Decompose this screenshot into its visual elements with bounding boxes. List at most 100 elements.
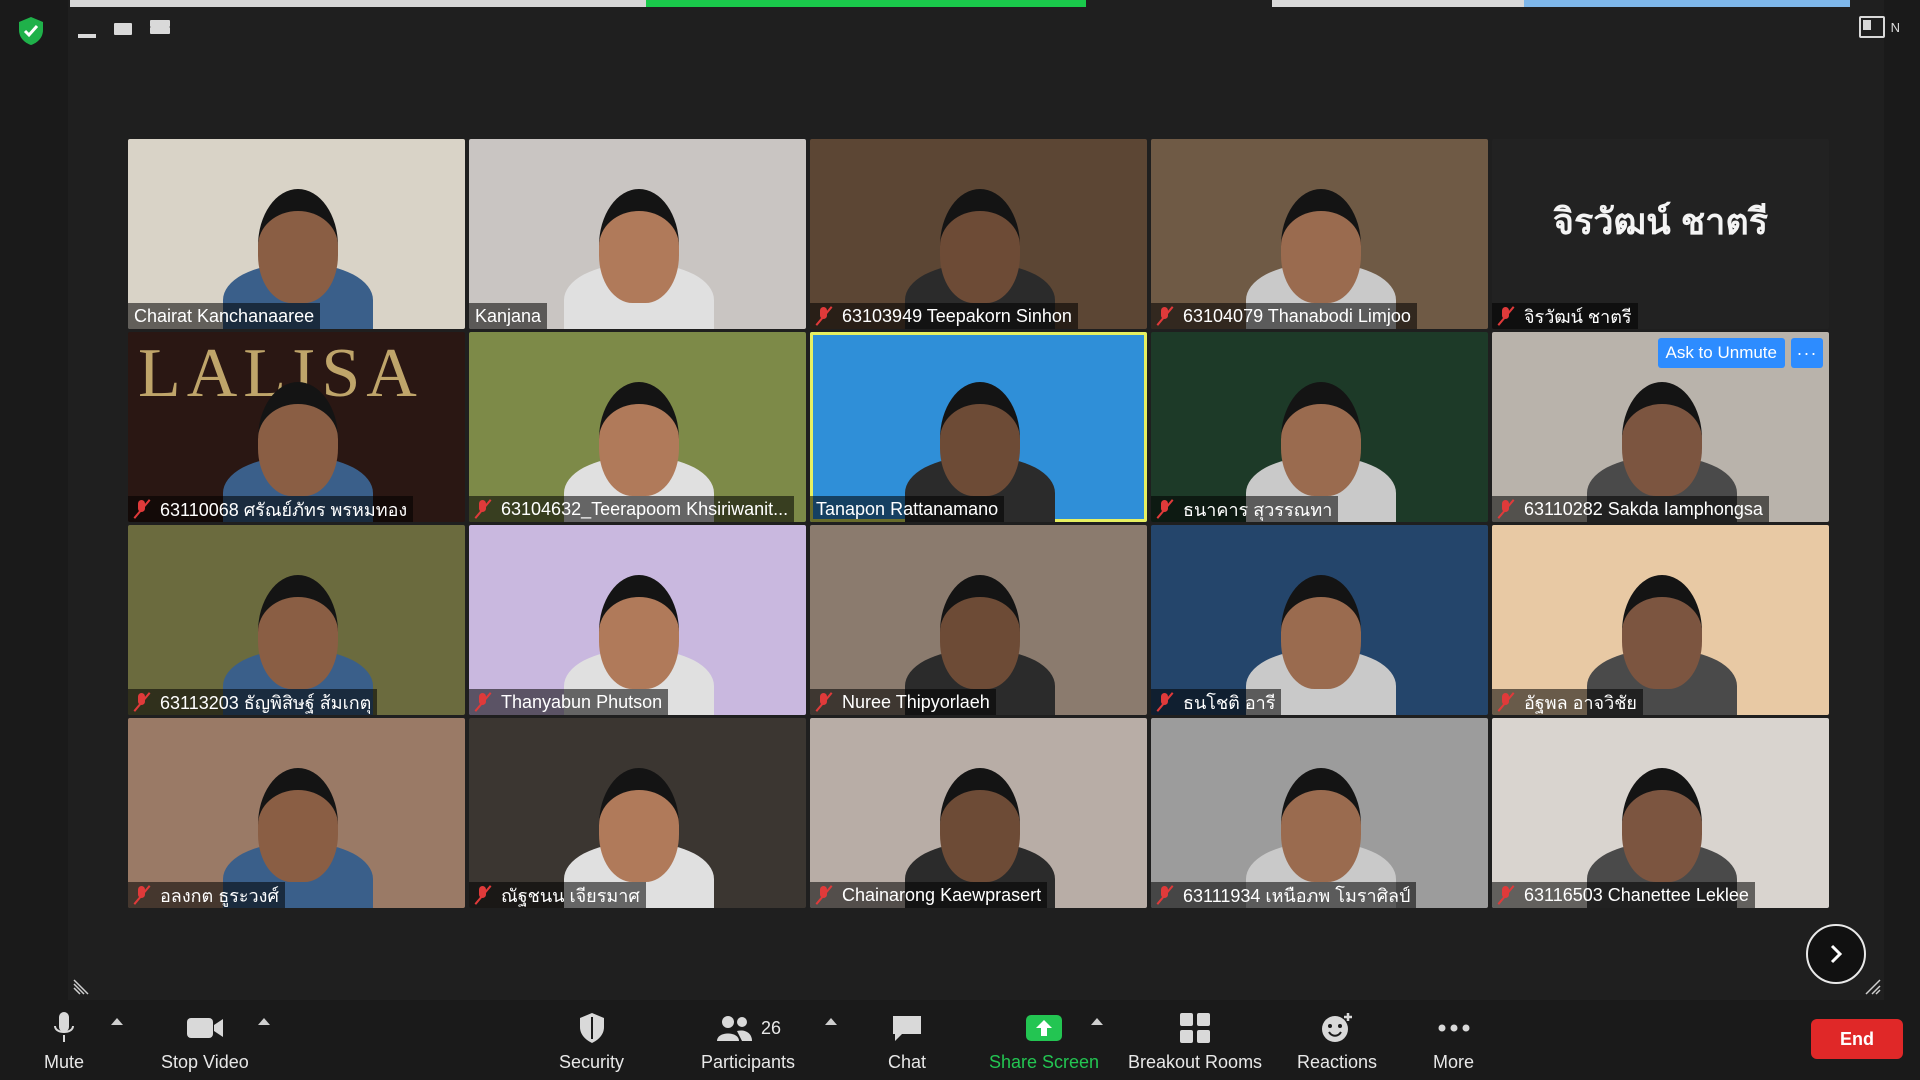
participant-name-bar: 63104632_Teerapoom Khsiriwanit...: [469, 496, 795, 522]
participant-name: Nuree Thipyorlaeh: [842, 691, 990, 712]
participant-tile[interactable]: 63104079 Thanabodi Limjoo: [1151, 139, 1488, 329]
participants-button[interactable]: 26 Participants: [701, 1008, 795, 1073]
stop-video-button[interactable]: Stop Video: [161, 1008, 249, 1073]
participant-face: [1281, 768, 1361, 882]
muted-mic-icon: [134, 885, 150, 905]
share-options-caret-icon[interactable]: [1091, 1018, 1103, 1025]
audio-options-caret-icon[interactable]: [111, 1018, 123, 1025]
participant-name-bar: 63111934 เหนือภพ โมราศิลป์: [1151, 882, 1417, 908]
participant-tile[interactable]: Kanjana: [469, 139, 806, 329]
participant-face: [1281, 575, 1361, 689]
speaker-view-icon[interactable]: [114, 23, 132, 35]
participant-face: [1622, 382, 1702, 496]
more-label: More: [1433, 1052, 1475, 1072]
chevron-right-icon: [1830, 944, 1843, 964]
participant-tile[interactable]: Chairat Kanchanaaree: [128, 139, 465, 329]
muted-mic-icon: [816, 885, 832, 905]
share-screen-button[interactable]: Share Screen: [989, 1008, 1099, 1073]
top-strip-green: [646, 0, 1086, 7]
participant-name-bar: ธนโชติ อารี: [1151, 689, 1282, 715]
participant-name-bar: 63110282 Sakda Iamphongsa: [1492, 496, 1769, 522]
participant-name-bar: ธนาคาร สุวรรณทา: [1151, 496, 1339, 522]
participant-name-bar: Thanyabun Phutson: [469, 689, 669, 715]
ask-to-unmute-button[interactable]: Ask to Unmute: [1657, 338, 1785, 368]
next-page-button[interactable]: [1806, 924, 1866, 984]
gallery-view-icon[interactable]: [188, 18, 210, 40]
participant-tile[interactable]: อลงกต ธูระวงศ์: [128, 718, 465, 908]
smiley-add-icon: [1320, 1008, 1354, 1048]
participant-tile[interactable]: 63113203 ธัญพิสิษฐ์ ส้มเกตุ: [128, 525, 465, 715]
participants-count: 26: [761, 1017, 782, 1038]
participant-face: [1622, 768, 1702, 882]
view-toggle-label: N: [1890, 19, 1900, 35]
participant-name-bar: Nuree Thipyorlaeh: [810, 689, 996, 715]
chat-label: Chat: [888, 1052, 927, 1072]
participant-face: [1281, 382, 1361, 496]
participant-name-bar: Chairat Kanchanaaree: [128, 303, 321, 329]
participant-tile[interactable]: Thanyabun Phutson: [469, 525, 806, 715]
participant-display-name: จิรวัฒน์ ชาตรี: [1552, 200, 1769, 242]
view-controls: [78, 18, 210, 40]
more-button[interactable]: More: [1433, 1008, 1474, 1073]
security-button[interactable]: Security: [559, 1008, 624, 1073]
participant-tile[interactable]: Ask to Unmute ··· 63110282 Sakda Iamphongs…: [1492, 332, 1829, 522]
participant-name-bar: 63116503 Chanettee Leklee: [1492, 882, 1755, 908]
muted-mic-icon: [1157, 306, 1173, 326]
ellipsis-icon: [1437, 1008, 1471, 1048]
participant-name-bar: Chainarong Kaewprasert: [810, 882, 1048, 908]
chat-button[interactable]: Chat: [888, 1008, 926, 1073]
participant-tile[interactable]: 63103949 Teepakorn Sinhon: [810, 139, 1147, 329]
participant-tile[interactable]: ธนาคาร สุวรรณทา: [1151, 332, 1488, 522]
mute-label: Mute: [44, 1052, 85, 1072]
participant-tile[interactable]: ณัฐชนน เจียรมาศ: [469, 718, 806, 908]
participant-tile[interactable]: 63111934 เหนือภพ โมราศิลป์: [1151, 718, 1488, 908]
view-toggle-button[interactable]: N: [1858, 16, 1900, 38]
participant-name: อัฐพล อาจวิชัย: [1524, 692, 1637, 713]
reactions-button[interactable]: Reactions: [1297, 1008, 1377, 1073]
participant-face: [599, 575, 679, 689]
top-strip-blue: [1524, 0, 1850, 7]
participant-face: [1622, 575, 1702, 689]
participants-options-caret-icon[interactable]: [825, 1018, 837, 1025]
participant-tile[interactable]: Chainarong Kaewprasert: [810, 718, 1147, 908]
participant-name: Chairat Kanchanaaree: [134, 305, 315, 326]
muted-mic-icon: [134, 692, 150, 712]
participant-face: [940, 189, 1020, 303]
end-meeting-button[interactable]: End: [1811, 1019, 1903, 1059]
breakout-rooms-button[interactable]: Breakout Rooms: [1128, 1008, 1262, 1073]
participant-name: 63116503 Chanettee Leklee: [1524, 884, 1749, 905]
minimize-meeting-icon[interactable]: [78, 34, 96, 38]
participant-name: อลงกต ธูระวงศ์: [160, 885, 279, 906]
layout-icon: [1858, 16, 1885, 38]
strip-view-icon[interactable]: [150, 20, 170, 38]
participant-face: [940, 575, 1020, 689]
mute-button[interactable]: Mute: [44, 1008, 84, 1073]
participant-name-bar: 63104079 Thanabodi Limjoo: [1151, 303, 1417, 329]
participant-name-bar: 63113203 ธัญพิสิษฐ์ ส้มเกตุ: [128, 689, 378, 715]
participant-tile[interactable]: อัฐพล อาจวิชัย: [1492, 525, 1829, 715]
video-options-caret-icon[interactable]: [258, 1018, 270, 1025]
participant-tile[interactable]: 63116503 Chanettee Leklee: [1492, 718, 1829, 908]
participant-more-icon[interactable]: ···: [1791, 338, 1823, 368]
participant-tile[interactable]: LALISA 63110068 ศรัณย์ภัทร พรหมทอง: [128, 332, 465, 522]
muted-mic-icon: [1157, 692, 1173, 712]
participant-name: Tanapon Rattanamano: [816, 498, 999, 519]
participant-tile[interactable]: Tanapon Rattanamano: [810, 332, 1147, 522]
shield-icon: [577, 1008, 607, 1048]
participant-face: [258, 575, 338, 689]
participant-name-bar: Kanjana: [469, 303, 548, 329]
participant-face: [599, 189, 679, 303]
muted-mic-icon: [816, 692, 832, 712]
participant-name: 63110068 ศรัณย์ภัทร พรหมทอง: [160, 499, 408, 520]
participant-tile[interactable]: จิรวัฒน์ ชาตรี จิรวัฒน์ ชาตรี: [1492, 139, 1829, 329]
participant-tile[interactable]: Nuree Thipyorlaeh: [810, 525, 1147, 715]
encryption-shield-icon[interactable]: [14, 14, 48, 48]
share-screen-label: Share Screen: [989, 1052, 1100, 1072]
resize-handle-left[interactable]: [72, 978, 90, 996]
participant-face: [258, 189, 338, 303]
resize-handle-right[interactable]: [1864, 978, 1882, 996]
participant-tile[interactable]: 63104632_Teerapoom Khsiriwanit...: [469, 332, 806, 522]
participant-name: Thanyabun Phutson: [501, 691, 663, 712]
participant-tile[interactable]: ธนโชติ อารี: [1151, 525, 1488, 715]
participant-name: 63104632_Teerapoom Khsiriwanit...: [501, 498, 789, 519]
